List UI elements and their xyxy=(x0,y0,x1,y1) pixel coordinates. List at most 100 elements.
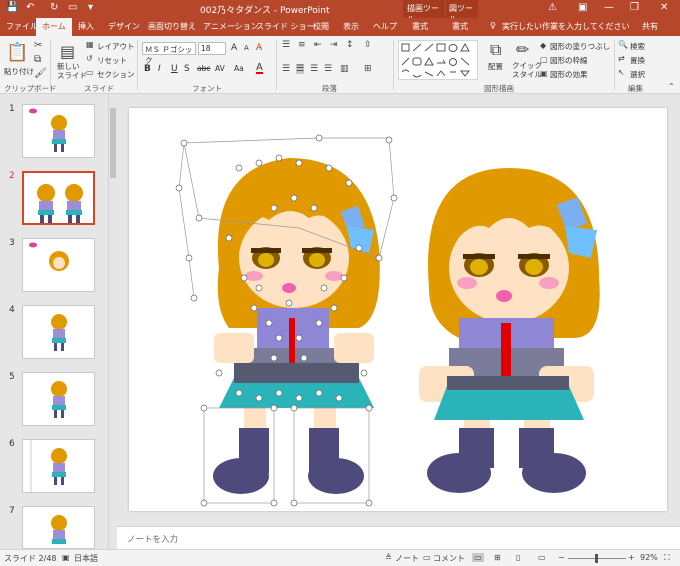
align-right-icon[interactable]: ☰ xyxy=(310,64,318,74)
shape-effects-button[interactable]: 図形の効果 xyxy=(550,69,588,80)
line-spacing-icon[interactable]: ↕ xyxy=(346,40,354,50)
tab-format-picture[interactable]: 書式 xyxy=(452,21,468,32)
shape-fill-icon[interactable]: ◆ xyxy=(540,41,546,50)
reset-icon[interactable]: ↺ xyxy=(86,54,93,63)
paste-icon[interactable]: 📋 xyxy=(6,42,28,63)
shape-fill-button[interactable]: 図形の塗りつぶし xyxy=(550,41,610,52)
tab-help[interactable]: ヘルプ xyxy=(373,21,397,32)
layout-icon[interactable]: ▦ xyxy=(86,40,94,49)
ribbon-display-options-icon[interactable]: ▣ xyxy=(578,2,587,13)
zoom-slider-thumb[interactable] xyxy=(595,554,598,563)
font-name-combo[interactable]: ＭＳ Ｐゴシック xyxy=(142,42,196,65)
slide-thumbnail[interactable] xyxy=(22,104,95,158)
copy-icon[interactable]: ⧉ xyxy=(34,54,41,65)
quick-styles-icon[interactable]: ✏ xyxy=(516,40,529,59)
zoom-level[interactable]: 92% xyxy=(640,553,658,562)
zoom-out-button[interactable]: − xyxy=(558,553,565,562)
character-spacing-button[interactable]: AV xyxy=(215,64,225,73)
comments-toggle-button[interactable]: コメント xyxy=(433,553,465,564)
thumbnail-scrollbar[interactable] xyxy=(108,94,117,549)
align-center-icon[interactable]: ☰ xyxy=(296,64,305,74)
collapse-ribbon-icon[interactable]: ⌃ xyxy=(668,82,675,91)
new-slide-icon[interactable]: ▤ xyxy=(60,42,75,61)
slide-thumbnail[interactable] xyxy=(22,372,95,426)
numbering-icon[interactable]: ≡ xyxy=(298,40,306,50)
paste-label[interactable]: 貼り付け xyxy=(4,66,34,77)
change-case-button[interactable]: Aa xyxy=(234,64,244,73)
tab-home[interactable]: ホーム xyxy=(36,18,72,36)
slide-thumbnail-current[interactable] xyxy=(22,171,95,225)
tab-file[interactable]: ファイル xyxy=(6,21,38,32)
slide-thumbnail[interactable] xyxy=(22,238,95,292)
section-icon[interactable]: ▭ xyxy=(86,68,94,77)
slide-thumbnail[interactable] xyxy=(22,506,95,549)
find-icon[interactable]: 🔍 xyxy=(618,40,628,49)
spellcheck-icon[interactable]: ▣ xyxy=(62,553,70,562)
columns-icon[interactable]: ▥ xyxy=(340,64,349,74)
shapes-gallery[interactable] xyxy=(398,40,478,80)
new-slide-label[interactable]: 新しい スライド xyxy=(57,62,87,80)
notes-placeholder[interactable]: ノートを入力 xyxy=(127,533,178,545)
bullets-icon[interactable]: ☰ xyxy=(282,40,290,50)
start-from-beginning-icon[interactable]: ▭ xyxy=(68,2,77,13)
arrange-button[interactable]: 配置 xyxy=(488,61,503,72)
character-right[interactable] xyxy=(419,168,600,493)
layout-button[interactable]: レイアウト xyxy=(97,41,135,52)
select-button[interactable]: 選択 xyxy=(630,69,645,80)
font-size-combo[interactable]: 18 xyxy=(198,42,226,55)
warning-icon[interactable]: ⚠ xyxy=(548,2,557,13)
slide-sorter-icon[interactable]: ⊞ xyxy=(494,553,501,562)
comments-icon[interactable]: ▭ xyxy=(423,553,431,562)
shadow-button[interactable]: S xyxy=(184,64,190,74)
tab-insert[interactable]: 挿入 xyxy=(78,21,94,32)
scrollbar-thumb[interactable] xyxy=(110,108,116,178)
customize-quick-access-icon[interactable]: ▾ xyxy=(88,2,93,13)
increase-indent-icon[interactable]: ⇥ xyxy=(330,40,338,50)
notes-icon[interactable]: ≜ xyxy=(385,553,392,562)
tab-review[interactable]: 校閲 xyxy=(313,21,329,32)
tab-animations[interactable]: アニメーション xyxy=(203,21,259,32)
slide-content[interactable] xyxy=(129,108,667,511)
arrange-icon[interactable]: ⧉ xyxy=(490,40,501,60)
text-direction-icon[interactable]: ⇳ xyxy=(364,40,372,50)
find-button[interactable]: 検索 xyxy=(630,41,645,52)
replace-button[interactable]: 置換 xyxy=(630,55,645,66)
decrease-indent-icon[interactable]: ⇤ xyxy=(314,40,322,50)
minimize-button[interactable]: — xyxy=(604,2,614,13)
slide-thumbnail[interactable] xyxy=(22,439,95,493)
smartart-icon[interactable]: ⊞ xyxy=(364,64,372,74)
bold-button[interactable]: B xyxy=(144,64,151,74)
align-left-icon[interactable]: ☰ xyxy=(282,64,290,74)
font-color-button[interactable]: A xyxy=(256,63,263,74)
fit-to-window-icon[interactable]: ⛶ xyxy=(664,553,670,563)
italic-button[interactable]: I xyxy=(158,64,161,74)
notes-toggle-button[interactable]: ノート xyxy=(395,553,419,564)
grow-font-button[interactable]: A xyxy=(231,43,237,53)
slide-thumbnail[interactable] xyxy=(22,305,95,359)
tab-slideshow[interactable]: スライド ショー xyxy=(256,21,315,32)
strikethrough-button[interactable]: abc xyxy=(197,64,210,73)
replace-icon[interactable]: ⇄ xyxy=(618,54,625,63)
shape-effects-icon[interactable]: ▣ xyxy=(540,69,548,78)
close-button[interactable]: ✕ xyxy=(660,2,668,13)
reset-button[interactable]: リセット xyxy=(97,55,127,66)
restore-button[interactable]: ❐ xyxy=(630,2,639,13)
shrink-font-button[interactable]: A xyxy=(244,44,249,52)
cut-icon[interactable]: ✂ xyxy=(34,40,42,51)
quick-styles-button[interactable]: クイック スタイル xyxy=(512,61,542,79)
section-button[interactable]: セクション xyxy=(97,69,135,80)
search-icon[interactable]: ♀ xyxy=(490,21,496,30)
shape-outline-icon[interactable]: ▢ xyxy=(540,55,548,64)
current-slide-canvas[interactable] xyxy=(129,108,667,511)
slideshow-icon[interactable]: ▭ xyxy=(538,553,546,562)
format-painter-icon[interactable]: 🖌 xyxy=(34,68,47,79)
tell-me-search[interactable]: 実行したい作業を入力してください xyxy=(502,21,630,32)
tab-view[interactable]: 表示 xyxy=(343,21,359,32)
redo-icon[interactable]: ↻ xyxy=(50,2,58,13)
notes-pane[interactable]: ノートを入力 xyxy=(117,526,680,549)
tab-transitions[interactable]: 画面切り替え xyxy=(148,21,196,32)
share-button[interactable]: 共有 xyxy=(642,21,658,32)
undo-icon[interactable]: ↶ xyxy=(26,2,34,13)
save-icon[interactable]: 💾 xyxy=(6,2,18,13)
zoom-in-button[interactable]: + xyxy=(628,553,635,562)
